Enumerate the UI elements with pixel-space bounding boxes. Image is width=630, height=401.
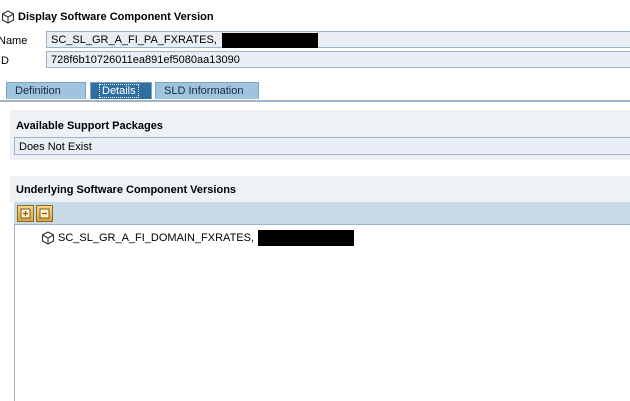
- tab-sld-information-label: SLD Information: [164, 85, 244, 97]
- underlying-toolbar: [14, 202, 630, 224]
- collapse-icon: [39, 208, 50, 219]
- tab-definition-label: Definition: [15, 85, 61, 97]
- window-title-bar: Display Software Component Version: [0, 8, 630, 26]
- id-value: 728f6b10726011ea891ef5080aa13090: [51, 54, 240, 66]
- tab-details-label: Details: [99, 84, 139, 98]
- tab-strip: Definition Details SLD Information: [0, 80, 630, 102]
- redacted-block: [221, 32, 318, 48]
- underlying-heading: Underlying Software Component Versions: [16, 184, 237, 196]
- name-label: Name: [0, 34, 28, 47]
- support-packages-heading: Available Support Packages: [16, 120, 163, 132]
- redacted-block: [258, 230, 355, 246]
- name-field-row: Name SC_SL_GR_A_FI_PA_FXRATES,: [0, 31, 630, 50]
- component-tree: SC_SL_GR_A_FI_DOMAIN_FXRATES,: [14, 224, 630, 401]
- tab-sld-information[interactable]: SLD Information: [155, 82, 259, 99]
- id-label: ID: [0, 54, 9, 67]
- underlying-panel-header: Underlying Software Component Versions: [10, 176, 630, 202]
- support-packages-panel: Available Support Packages Does Not Exis…: [10, 110, 630, 160]
- tree-item-label: SC_SL_GR_A_FI_DOMAIN_FXRATES,: [58, 232, 255, 244]
- name-field[interactable]: SC_SL_GR_A_FI_PA_FXRATES,: [46, 31, 630, 48]
- tree-item[interactable]: SC_SL_GR_A_FI_DOMAIN_FXRATES,: [41, 230, 355, 246]
- expand-all-button[interactable]: [17, 205, 34, 222]
- component-cube-icon: [1, 10, 15, 24]
- name-value: SC_SL_GR_A_FI_PA_FXRATES,: [51, 34, 217, 46]
- page-title: Display Software Component Version: [18, 11, 214, 23]
- support-packages-field[interactable]: Does Not Exist: [14, 137, 630, 155]
- id-field[interactable]: 728f6b10726011ea891ef5080aa13090: [46, 51, 630, 68]
- tab-details[interactable]: Details: [90, 82, 152, 99]
- support-packages-value: Does Not Exist: [19, 141, 92, 153]
- tab-definition[interactable]: Definition: [6, 82, 86, 99]
- component-cube-icon: [41, 231, 55, 245]
- collapse-all-button[interactable]: [36, 205, 53, 222]
- expand-icon: [20, 208, 31, 219]
- id-field-row: ID 728f6b10726011ea891ef5080aa13090: [0, 51, 630, 70]
